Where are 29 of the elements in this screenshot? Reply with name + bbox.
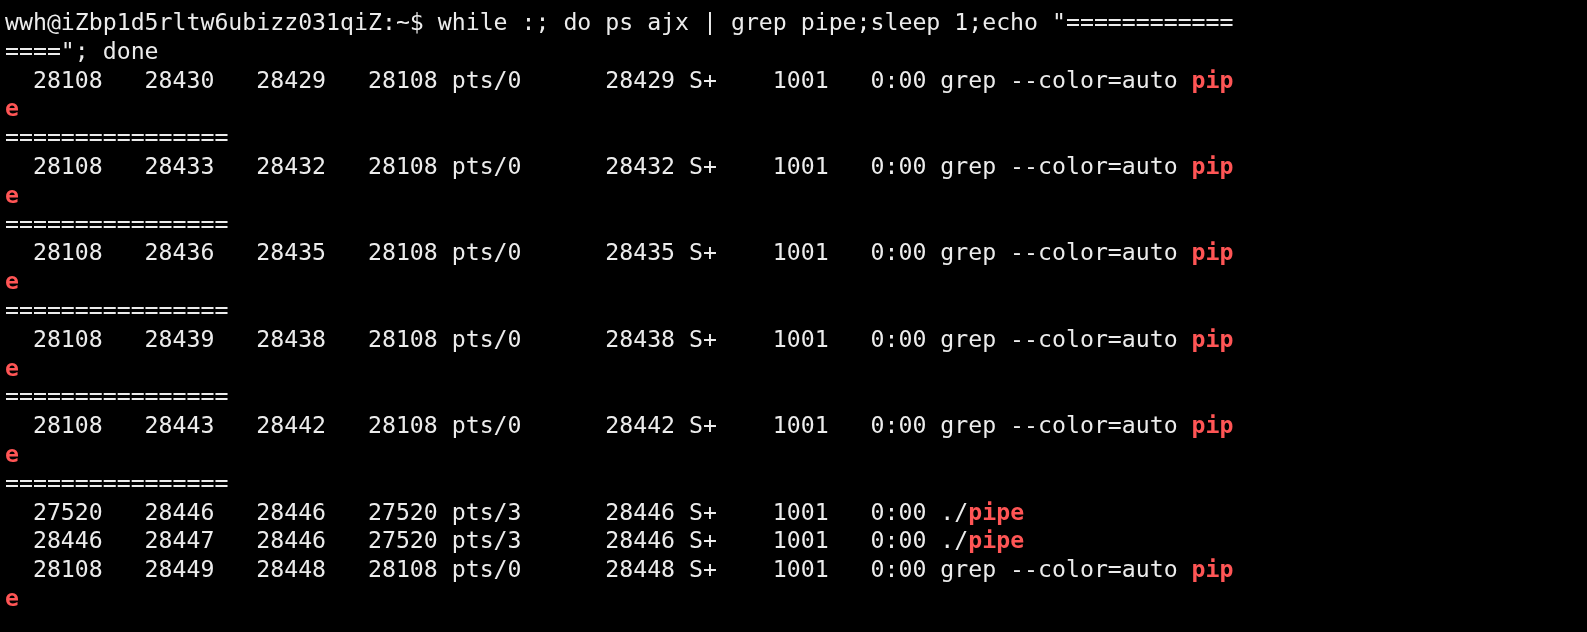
terminal-text: ================ [5, 295, 229, 323]
terminal-text: ================ [5, 123, 229, 151]
terminal-text: 28108 28436 28435 28108 pts/0 28435 S+ 1001 0:00 grep --color=auto [31, 238, 1179, 266]
matched-text: pipe [968, 497, 1025, 525]
matched-text: e [5, 583, 19, 611]
matched-text: e [5, 267, 19, 295]
matched-text: pip [1191, 238, 1234, 266]
terminal-text: ================ [5, 209, 229, 237]
terminal-text: 28108 28443 28442 28108 pts/0 28442 S+ 1001 0:00 grep --color=auto [31, 411, 1179, 439]
matched-text: e [5, 94, 19, 122]
matched-text: pip [1191, 555, 1234, 583]
matched-text: e [5, 439, 19, 467]
terminal-text: 28108 28430 28429 28108 pts/0 28429 S+ 1001 0:00 grep --color=auto [31, 65, 1179, 93]
matched-text: pip [1191, 411, 1234, 439]
terminal-text: wwh@iZbp1d5rltw6ubizz031qiZ:~$ while :; do ps ajx | grep pipe;sleep 1;echo "============ [5, 8, 1234, 35]
matched-text: pip [1191, 324, 1234, 352]
terminal-text: 28446 28447 28446 27520 pts/3 28446 S+ 1001 0:00 ./ [31, 526, 969, 554]
terminal-text: ================ [5, 468, 229, 496]
terminal-text: 27520 28446 28446 27520 pts/3 28446 S+ 1001 0:00 ./ [31, 497, 969, 525]
terminal-text: ================ [5, 382, 229, 410]
terminal-text: 28108 28433 28432 28108 pts/0 28432 S+ 1001 0:00 grep --color=auto [31, 152, 1179, 179]
matched-text: e [5, 180, 19, 208]
terminal-text: 28108 28449 28448 28108 pts/0 28448 S+ 1001 0:00 grep --color=auto [31, 555, 1179, 583]
matched-text: pipe [968, 526, 1025, 554]
matched-text: pip [1191, 152, 1234, 179]
terminal-text: 28108 28439 28438 28108 pts/0 28438 S+ 1001 0:00 grep --color=auto [31, 324, 1179, 352]
matched-text: e [5, 353, 19, 381]
matched-text: pip [1191, 65, 1234, 93]
terminal-text: ===="; done [5, 36, 159, 64]
